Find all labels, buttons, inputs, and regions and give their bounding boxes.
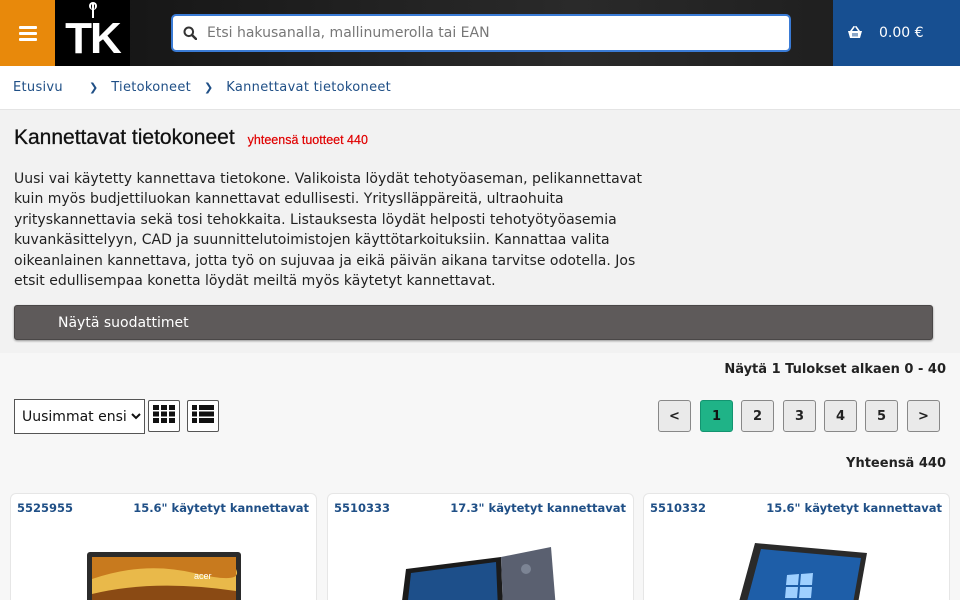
- list-view-icon: [192, 405, 214, 427]
- category-header: Kannettavat tietokoneet yhteensä tuottee…: [14, 126, 368, 150]
- product-sku: 5510332: [650, 501, 707, 515]
- grid-view-button[interactable]: [148, 400, 180, 432]
- page-title: Kannettavat tietokoneet: [14, 126, 235, 149]
- category-panel: Kannettavat tietokoneet yhteensä tuottee…: [0, 111, 960, 353]
- search-input[interactable]: [207, 18, 789, 48]
- grid-view-icon: [153, 405, 175, 427]
- product-image[interactable]: acer: [84, 539, 244, 600]
- cart-button[interactable]: 0.00 €: [833, 0, 960, 66]
- results-total: Yhteensä 440: [846, 456, 946, 471]
- sort-select[interactable]: Uusimmat ensin: [14, 399, 145, 434]
- hamburger-icon: [18, 26, 37, 41]
- product-card[interactable]: 5525955 15.6" käytetyt kannettavat acer: [10, 493, 317, 600]
- pager-next[interactable]: >: [907, 400, 940, 432]
- product-card[interactable]: 5510332 15.6" käytetyt kannettavat: [643, 493, 950, 600]
- pager-page-2[interactable]: 2: [741, 400, 774, 432]
- svg-text:acer: acer: [194, 571, 212, 581]
- chevron-right-icon: ❯: [204, 81, 214, 94]
- cart-amount: 0.00 €: [879, 25, 924, 41]
- category-description: Uusi vai käytetty kannettava tietokone. …: [14, 171, 642, 290]
- pager-prev[interactable]: <: [658, 400, 691, 432]
- search-box: [171, 14, 791, 52]
- product-sku: 5510333: [334, 501, 391, 515]
- show-filters-button[interactable]: Näytä suodattimet: [14, 305, 933, 340]
- menu-button[interactable]: [0, 0, 55, 66]
- product-category: 15.6" käytetyt kannettavat: [766, 501, 942, 515]
- results-section: Näytä 1 Tulokset alkaen 0 - 40 Uusimmat …: [0, 353, 960, 600]
- product-image[interactable]: [717, 539, 877, 600]
- product-sku: 5525955: [17, 501, 74, 515]
- logo-text: TK: [65, 14, 122, 63]
- basket-icon: [847, 24, 863, 43]
- breadcrumb-computers[interactable]: Tietokoneet: [111, 80, 191, 95]
- product-category[interactable]: 17.3" käytetyt kannettavat: [450, 501, 626, 515]
- top-bar: TK 0.00 €: [0, 0, 960, 66]
- pager-page-5[interactable]: 5: [865, 400, 898, 432]
- results-range: Näytä 1 Tulokset alkaen 0 - 40: [724, 362, 946, 377]
- breadcrumb: Etusivu ❯ Tietokoneet ❯ Kannettavat tiet…: [0, 66, 960, 110]
- pager-page-3[interactable]: 3: [783, 400, 816, 432]
- site-logo[interactable]: TK: [55, 0, 130, 66]
- list-view-button[interactable]: [187, 400, 219, 432]
- product-image[interactable]: [391, 539, 571, 600]
- search-icon[interactable]: [173, 16, 207, 50]
- chevron-right-icon: ❯: [88, 81, 99, 94]
- product-count: yhteensä tuotteet 440: [247, 133, 368, 147]
- product-category[interactable]: 15.6" käytetyt kannettavat: [133, 501, 309, 515]
- product-card[interactable]: 5510333 17.3" käytetyt kannettavat: [327, 493, 634, 600]
- breadcrumb-home[interactable]: Etusivu: [13, 80, 63, 95]
- pager-page-4[interactable]: 4: [824, 400, 857, 432]
- pager-page-1[interactable]: 1: [700, 400, 733, 432]
- breadcrumb-laptops[interactable]: Kannettavat tietokoneet: [226, 80, 391, 95]
- logo-torch-icon: [91, 4, 94, 18]
